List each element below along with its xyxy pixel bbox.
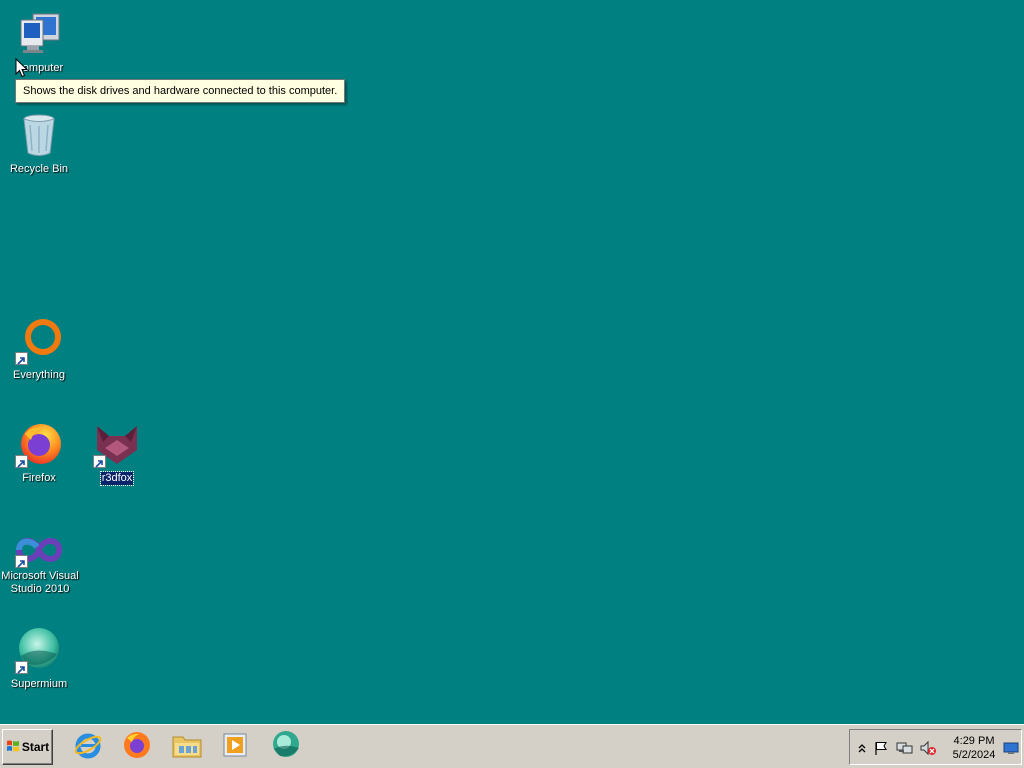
desktop-icon-label: Supermium xyxy=(10,678,68,690)
supermium-icon xyxy=(15,626,63,674)
internet-explorer-icon xyxy=(73,730,103,765)
desktop-icon-label: Microsoft Visual Studio 2010 xyxy=(1,570,79,595)
desktop-icon-everything[interactable]: Everything xyxy=(0,317,78,383)
desktop-icon-label: Everything xyxy=(13,369,65,381)
volume-muted-icon[interactable] xyxy=(919,739,937,757)
file-explorer-icon xyxy=(171,730,203,765)
desktop-icon-label: Firefox xyxy=(22,472,56,484)
tooltip: Shows the disk drives and hardware conne… xyxy=(15,79,346,103)
action-center-flag-icon[interactable] xyxy=(872,739,890,757)
show-desktop-icon[interactable] xyxy=(1003,739,1019,757)
desktop-icon-computer[interactable]: Computer xyxy=(0,10,78,76)
network-icon[interactable] xyxy=(896,739,914,757)
mouse-cursor-icon xyxy=(15,57,29,78)
desktop-icon-r3dfox[interactable]: r3dfox xyxy=(78,420,156,486)
taskbar-pin-firefox[interactable] xyxy=(118,729,156,765)
windows-logo-icon xyxy=(6,739,20,756)
clock[interactable]: 4:29 PM 5/2/2024 xyxy=(944,734,1004,762)
r3dfox-icon xyxy=(93,420,141,468)
show-hidden-icons-chevron-icon[interactable] xyxy=(853,739,871,757)
everything-icon xyxy=(15,317,63,365)
desktop-icon-visual-studio[interactable]: Microsoft Visual Studio 2010 xyxy=(0,532,79,597)
shortcut-arrow-icon xyxy=(15,555,28,568)
desktop-icon-label: r3dfox xyxy=(99,471,135,486)
taskbar-pin-internet-explorer[interactable] xyxy=(69,729,107,765)
taskbar-pin-file-explorer[interactable] xyxy=(168,729,206,765)
desktop-icon-label: Recycle Bin xyxy=(9,163,69,175)
visual-studio-icon xyxy=(15,532,63,568)
computer-icon xyxy=(15,10,63,58)
clock-date: 5/2/2024 xyxy=(952,749,996,761)
taskbar-pin-supermium[interactable] xyxy=(267,729,305,765)
taskbar-pin-media-player[interactable] xyxy=(216,729,254,765)
desktop-icon-firefox[interactable]: Firefox xyxy=(0,420,78,486)
media-player-icon xyxy=(220,730,250,765)
shortcut-arrow-icon xyxy=(15,455,28,468)
shortcut-arrow-icon xyxy=(15,661,28,674)
clock-time: 4:29 PM xyxy=(953,735,995,747)
shortcut-arrow-icon xyxy=(15,352,28,365)
desktop-icon-supermium[interactable]: Supermium xyxy=(0,626,78,692)
taskbar: Start 4:29 PM 5/2/2024 xyxy=(0,724,1024,768)
system-tray: 4:29 PM 5/2/2024 xyxy=(849,729,1022,765)
desktop[interactable]: Computer Recycle Bin Everything Firefox … xyxy=(0,0,1024,724)
start-label: Start xyxy=(21,740,50,754)
recycle-bin-icon xyxy=(15,111,63,159)
supermium-icon xyxy=(270,729,302,766)
start-button[interactable]: Start xyxy=(2,729,53,765)
shortcut-arrow-icon xyxy=(93,455,106,468)
firefox-icon xyxy=(122,730,152,765)
firefox-icon xyxy=(15,420,63,468)
desktop-icon-recycle-bin[interactable]: Recycle Bin xyxy=(0,111,78,177)
